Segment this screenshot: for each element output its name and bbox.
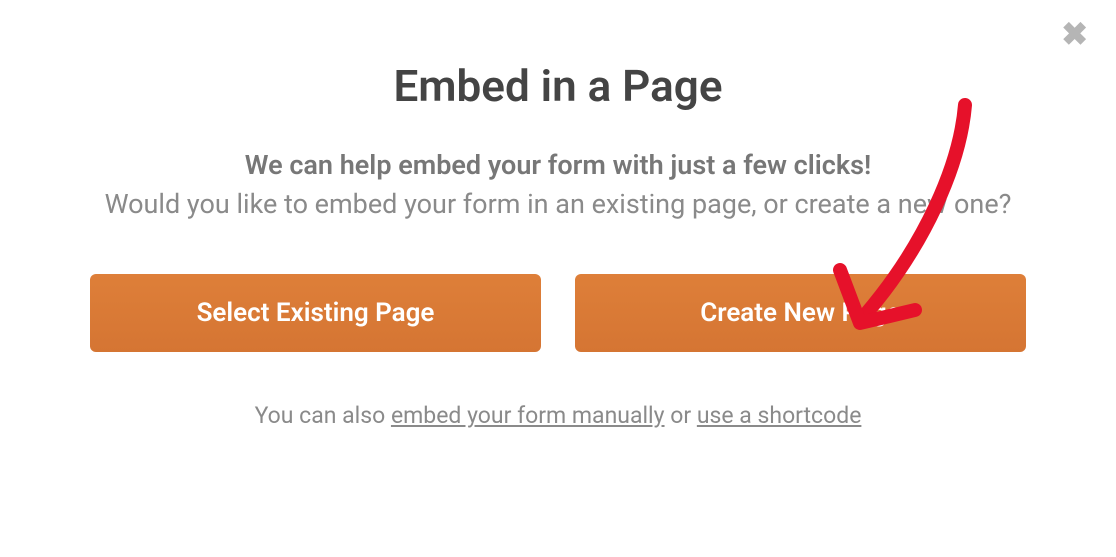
select-existing-page-button[interactable]: Select Existing Page: [90, 274, 541, 352]
footer-prefix: You can also: [255, 402, 391, 429]
modal-subtitle: We can help embed your form with just a …: [80, 146, 1036, 224]
use-shortcode-link[interactable]: use a shortcode: [697, 402, 862, 429]
embed-manually-link[interactable]: embed your form manually: [391, 402, 665, 429]
footer-separator: or: [665, 402, 697, 429]
button-row: Select Existing Page Create New Page: [80, 274, 1036, 352]
embed-modal: ✖ Embed in a Page We can help embed your…: [0, 0, 1116, 557]
subtitle-bold-text: We can help embed your form with just a …: [245, 149, 871, 181]
create-new-page-button[interactable]: Create New Page: [575, 274, 1026, 352]
modal-title: Embed in a Page: [80, 60, 1036, 112]
footer-text: You can also embed your form manually or…: [80, 402, 1036, 429]
close-icon[interactable]: ✖: [1061, 18, 1088, 50]
subtitle-plain-text: Would you like to embed your form in an …: [105, 188, 1012, 220]
